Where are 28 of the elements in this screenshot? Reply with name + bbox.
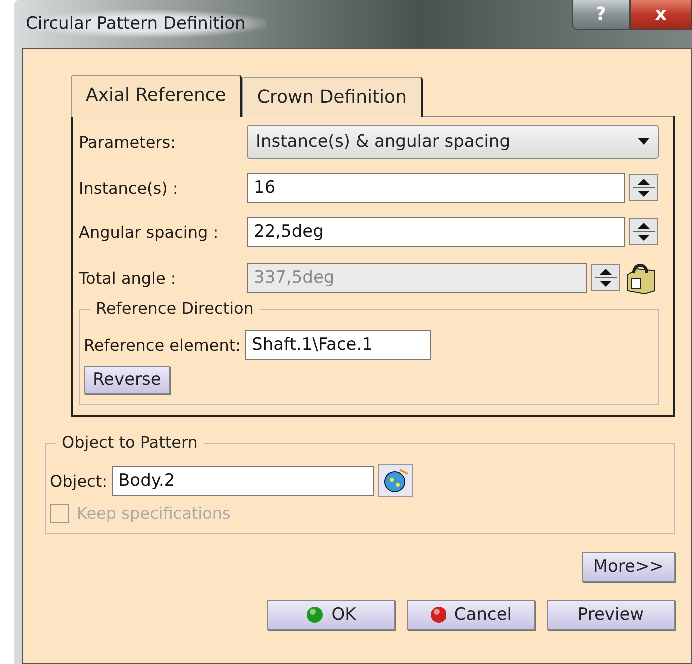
field-label: Parameters:: [79, 132, 177, 152]
input-field[interactable]: Shaft.1\Face.1: [245, 330, 432, 360]
group-title: Object to Pattern: [56, 433, 204, 452]
field-label: Object:: [50, 472, 108, 490]
field-label: Reference element:: [84, 336, 242, 354]
close-button[interactable]: x: [630, 0, 692, 30]
more-button[interactable]: More>>: [582, 552, 675, 582]
checkbox-label: Keep specifications: [77, 504, 231, 523]
selection-icon[interactable]: [378, 464, 414, 498]
spin-icon[interactable]: [629, 174, 659, 202]
dialog-button[interactable]: OK: [267, 600, 395, 630]
status-dot-icon: [306, 606, 324, 624]
tab[interactable]: Axial Reference: [71, 75, 242, 117]
reverse-button[interactable]: Reverse: [84, 366, 170, 394]
input-field[interactable]: 16: [247, 173, 625, 203]
field-label: Angular spacing :: [79, 222, 220, 242]
field-label: Total angle :: [79, 268, 178, 288]
parameters-dropdown[interactable]: Instance(s) & angular spacing: [247, 125, 659, 159]
dialog-button[interactable]: Preview: [547, 600, 675, 630]
window-title: Circular Pattern Definition: [26, 10, 266, 38]
dialog-button[interactable]: Cancel: [407, 600, 535, 630]
spin-icon[interactable]: [629, 218, 659, 246]
spin-icon[interactable]: [591, 264, 621, 292]
input-field[interactable]: 22,5deg: [247, 217, 625, 247]
input-field[interactable]: Body.2: [112, 466, 374, 496]
caret-icon: [638, 138, 650, 146]
tab[interactable]: Crown Definition: [242, 77, 423, 117]
field-label: Instance(s) :: [79, 178, 180, 198]
